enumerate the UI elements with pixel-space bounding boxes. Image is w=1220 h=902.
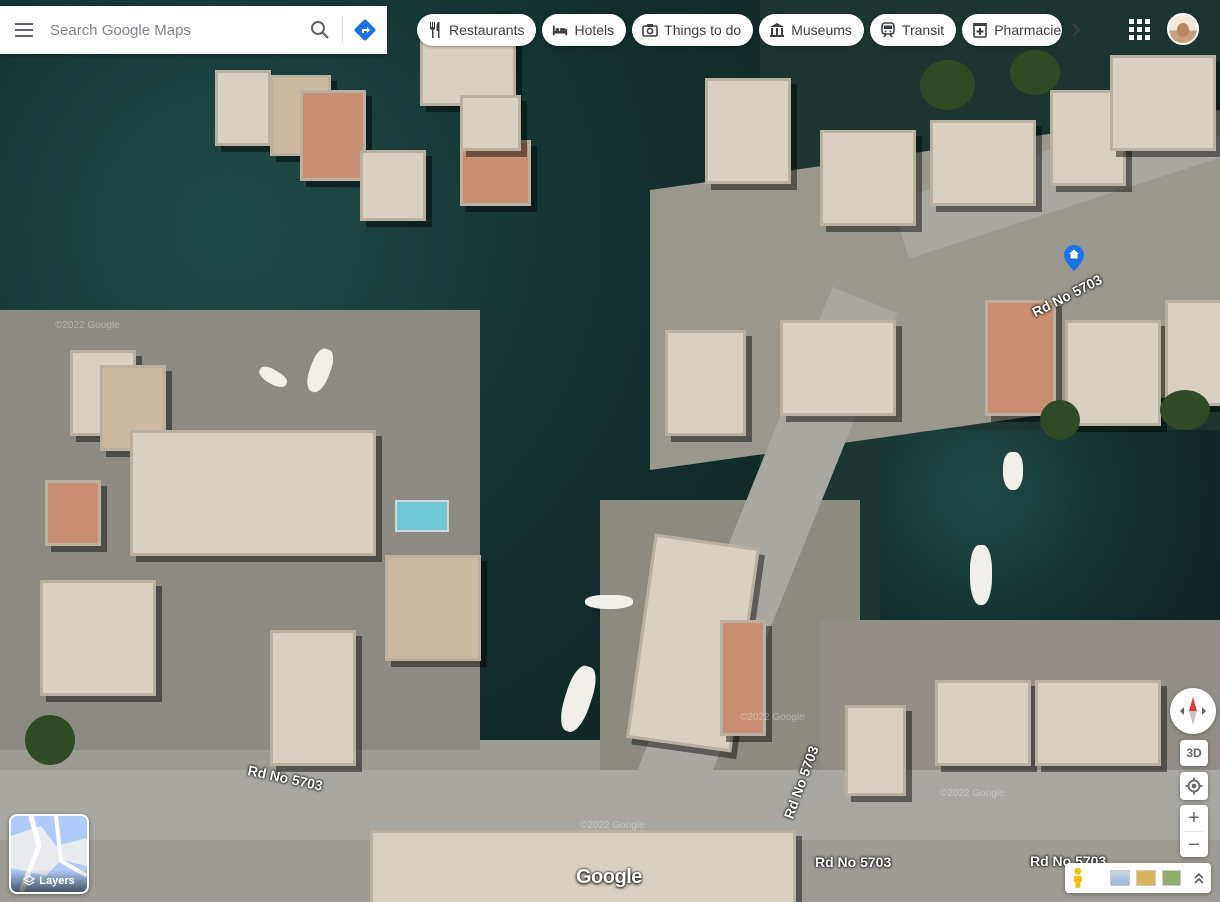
camera-icon xyxy=(642,22,658,38)
avatar-face xyxy=(1177,23,1189,37)
search-button[interactable] xyxy=(298,6,342,54)
tree xyxy=(25,715,75,765)
account-avatar[interactable] xyxy=(1167,13,1199,45)
expand-icon[interactable] xyxy=(1193,871,1205,885)
building xyxy=(40,580,156,696)
building xyxy=(985,300,1056,416)
boat xyxy=(970,545,992,605)
zoom-controls: + − xyxy=(1180,805,1208,857)
google-apps-button[interactable] xyxy=(1124,14,1152,42)
building xyxy=(460,95,521,151)
tree xyxy=(1160,390,1210,430)
apps-grid-icon xyxy=(1145,27,1150,32)
chip-label: Restaurants xyxy=(449,22,525,38)
chip-things-to-do[interactable]: Things to do xyxy=(632,14,754,46)
chip-museums[interactable]: Museums xyxy=(759,14,864,46)
zoom-in-button[interactable]: + xyxy=(1180,805,1208,831)
category-chips: Restaurants Hotels Things to do Museums … xyxy=(417,14,1063,46)
my-location-button[interactable] xyxy=(1180,772,1208,800)
boat xyxy=(1003,452,1023,490)
chip-restaurants[interactable]: Restaurants xyxy=(417,14,537,46)
search-icon xyxy=(311,21,329,39)
boat xyxy=(585,595,633,609)
chip-label: Hotels xyxy=(574,22,615,38)
swimming-pool xyxy=(395,500,449,532)
search-box xyxy=(0,6,387,54)
place-pin-icon[interactable] xyxy=(1064,245,1084,271)
chip-transit[interactable]: Transit xyxy=(869,14,957,46)
train-icon xyxy=(880,22,896,38)
search-input[interactable] xyxy=(48,20,298,40)
copyright-watermark: ©2022 Google xyxy=(580,820,645,831)
apps-grid-icon xyxy=(1137,27,1142,32)
my-location-icon xyxy=(1185,777,1203,795)
chevron-right-icon xyxy=(1072,23,1081,37)
imagery-thumbnail-1[interactable] xyxy=(1110,870,1131,886)
building xyxy=(215,70,271,146)
tree xyxy=(1010,50,1060,95)
building xyxy=(845,705,906,796)
layers-label: Layers xyxy=(39,875,75,887)
directions-icon xyxy=(354,19,376,41)
zoom-out-button[interactable]: − xyxy=(1180,832,1208,858)
bed-icon xyxy=(552,22,568,38)
apps-grid-icon xyxy=(1145,19,1150,24)
chip-label: Transit xyxy=(901,22,945,38)
chip-label: Things to do xyxy=(664,22,742,38)
3d-toggle-button[interactable]: 3D xyxy=(1180,740,1208,766)
museum-icon xyxy=(769,22,785,38)
building xyxy=(45,480,101,546)
pegman-icon[interactable] xyxy=(1071,867,1085,889)
layers-label-bar: Layers xyxy=(11,870,87,892)
apps-grid-icon xyxy=(1137,19,1142,24)
tree xyxy=(1040,400,1080,440)
imagery-thumbnail-2[interactable] xyxy=(1136,870,1156,886)
directions-button[interactable] xyxy=(343,6,387,54)
chip-label: Museums xyxy=(791,22,852,38)
compass-icon xyxy=(1180,697,1206,725)
building xyxy=(385,555,481,661)
hamburger-menu-icon xyxy=(15,23,33,37)
building xyxy=(1065,320,1161,426)
chip-hotels[interactable]: Hotels xyxy=(542,14,627,46)
bottom-toolbar xyxy=(1065,863,1211,893)
apps-grid-icon xyxy=(1137,35,1142,40)
chip-pharmacies[interactable]: Pharmacies xyxy=(962,14,1063,46)
menu-button[interactable] xyxy=(0,6,48,54)
building xyxy=(300,90,366,181)
building xyxy=(705,78,791,184)
building xyxy=(360,150,426,221)
apps-grid-icon xyxy=(1129,19,1134,24)
fork-knife-icon xyxy=(427,22,443,38)
tree xyxy=(920,60,975,110)
copyright-watermark: ©2022 Google xyxy=(55,320,120,331)
layers-button[interactable]: Layers xyxy=(9,814,89,894)
layers-icon xyxy=(23,875,36,886)
apps-grid-icon xyxy=(1145,35,1150,40)
copyright-watermark: ©2022 Google xyxy=(940,788,1005,799)
water-basin-right xyxy=(880,430,1220,630)
compass-button[interactable] xyxy=(1170,688,1216,734)
google-logo: Google xyxy=(576,866,642,888)
building xyxy=(1035,680,1161,766)
imagery-thumbnail-3[interactable] xyxy=(1161,870,1182,886)
building xyxy=(930,120,1036,206)
building xyxy=(935,680,1031,766)
satellite-map[interactable]: ©2022 Google ©2022 Google ©2022 Google ©… xyxy=(0,0,1220,902)
building xyxy=(820,130,916,226)
building xyxy=(270,630,356,766)
building xyxy=(665,330,746,436)
chip-label: Pharmacies xyxy=(994,22,1063,38)
building xyxy=(1110,55,1216,151)
apps-grid-icon xyxy=(1129,35,1134,40)
road-label: Rd No 5703 xyxy=(815,854,892,870)
copyright-watermark: ©2022 Google xyxy=(740,712,805,723)
pharmacy-icon xyxy=(972,22,988,38)
apps-grid-icon xyxy=(1129,27,1134,32)
chips-next-button[interactable] xyxy=(1063,17,1089,43)
building xyxy=(780,320,896,416)
building xyxy=(130,430,376,556)
